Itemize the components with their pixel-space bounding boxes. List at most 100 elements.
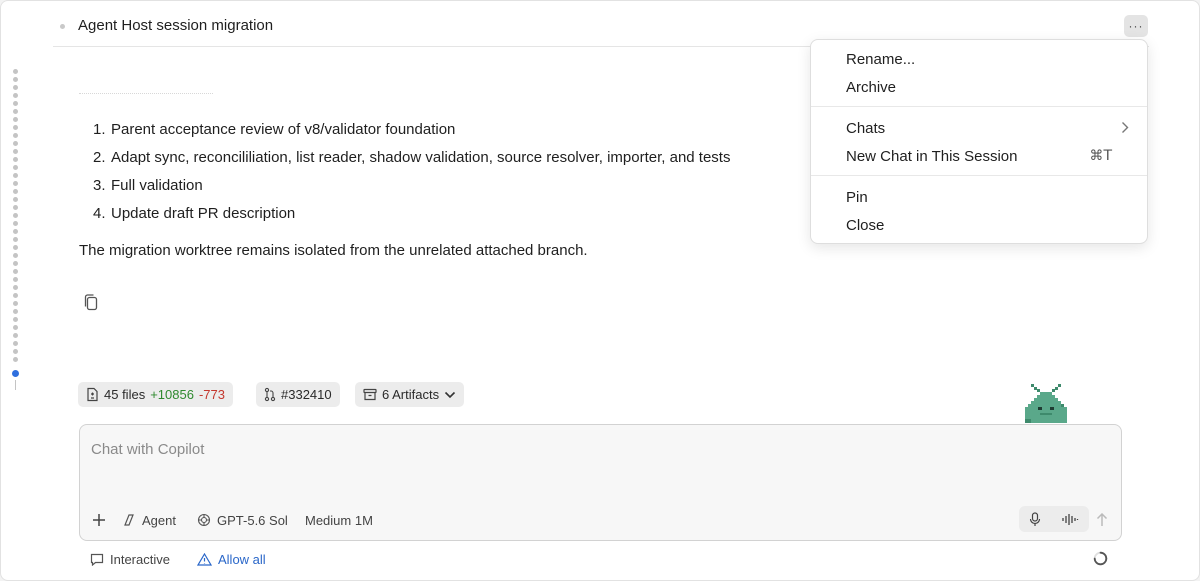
menu-item-rename[interactable]: Rename... [811, 46, 1147, 72]
timeline-current-marker[interactable] [12, 370, 19, 377]
timeline-dot [13, 301, 18, 306]
timeline-dot [13, 349, 18, 354]
send-button[interactable] [1091, 509, 1113, 531]
chat-composer: Agent GPT-5.6 Sol Medium 1M [79, 424, 1122, 541]
conversation-timeline[interactable] [12, 69, 19, 390]
timeline-dot [13, 269, 18, 274]
list-item: 2. Adapt sync, reconcililiation, list rea… [93, 149, 731, 166]
loading-spinner-icon [1093, 551, 1108, 566]
menu-item-archive[interactable]: Archive [811, 74, 1147, 100]
additions-count: +10856 [150, 387, 194, 402]
warning-icon [197, 552, 212, 566]
pull-request-number: #332410 [281, 387, 332, 402]
timeline-dot [13, 157, 18, 162]
faded-previous-content [79, 93, 213, 97]
timeline-dot [13, 77, 18, 82]
timeline-dot [13, 261, 18, 266]
arrow-up-icon [1096, 513, 1108, 526]
plus-icon [93, 514, 105, 526]
allow-all-button[interactable]: Allow all [197, 550, 266, 568]
timeline-dot [13, 221, 18, 226]
timeline-dot [13, 173, 18, 178]
timeline-dot [13, 101, 18, 106]
model-label: GPT-5.6 Sol [217, 512, 288, 528]
list-item: 1. Parent acceptance review of v8/validat… [93, 121, 456, 138]
session-title: Agent Host session migration [78, 17, 274, 34]
timeline-dot [13, 253, 18, 258]
chat-bubble-icon [90, 553, 104, 566]
shortcut-label: ⌘T [1089, 148, 1112, 164]
timeline-dot [13, 325, 18, 330]
session-status-dot [60, 24, 65, 29]
copilot-mascot-icon [1025, 384, 1067, 423]
timeline-dot [13, 181, 18, 186]
timeline-dot [13, 341, 18, 346]
timeline-dot [13, 277, 18, 282]
pull-request-chip[interactable]: #332410 [256, 382, 340, 407]
timeline-dot [13, 237, 18, 242]
timeline-dot [13, 109, 18, 114]
steps-list: 1. Parent acceptance review of v8/validat… [93, 119, 730, 231]
timeline-dot [13, 357, 18, 362]
deletions-count: -773 [198, 387, 225, 402]
list-item: 4. Update draft PR description [93, 205, 296, 222]
chat-input[interactable] [91, 441, 991, 458]
interactive-mode-button[interactable]: Interactive [90, 550, 170, 568]
timeline-dot [13, 149, 18, 154]
files-count: 45 files [104, 387, 146, 402]
timeline-dot [13, 69, 18, 74]
timeline-dot [13, 189, 18, 194]
allow-all-label: Allow all [218, 551, 266, 567]
menu-item-close[interactable]: Close [811, 212, 1147, 238]
microphone-icon[interactable] [1029, 511, 1041, 527]
audio-waveform-icon[interactable] [1061, 513, 1079, 526]
chevron-right-icon [1122, 122, 1129, 133]
timeline-dot [13, 205, 18, 210]
timeline-dot [13, 245, 18, 250]
menu-divider [811, 106, 1147, 107]
mode-picker-button[interactable]: Agent [122, 511, 176, 529]
timeline-dot [13, 85, 18, 90]
timeline-dot [13, 309, 18, 314]
archive-box-icon [363, 388, 377, 401]
timeline-dot [13, 293, 18, 298]
pull-request-icon [264, 387, 276, 402]
artifacts-chip[interactable]: 6 Artifacts [355, 382, 465, 407]
mode-label: Agent [142, 512, 176, 528]
timeline-dot [13, 133, 18, 138]
artifacts-count: 6 Artifacts [382, 387, 440, 402]
menu-item-new-chat[interactable]: New Chat in This Session ⌘T [811, 143, 1147, 169]
app-window: Agent Host session migration ··· 1. Paren… [0, 0, 1200, 581]
timeline-dot [13, 141, 18, 146]
timeline-dot [13, 165, 18, 170]
file-diff-icon [87, 387, 98, 402]
model-picker-button[interactable]: GPT-5.6 Sol [197, 511, 288, 529]
timeline-dot [13, 285, 18, 290]
session-context-menu: Rename... Archive Chats New Chat in This… [810, 39, 1148, 244]
more-options-button[interactable]: ··· [1124, 15, 1148, 37]
response-paragraph: The migration worktree remains isolated … [79, 242, 588, 259]
changed-files-chip[interactable]: 45 files +10856 -773 [78, 382, 233, 407]
timeline-dot [13, 333, 18, 338]
copy-button[interactable] [79, 291, 103, 315]
timeline-dot [13, 125, 18, 130]
timeline-dot [13, 93, 18, 98]
timeline-dot [13, 197, 18, 202]
copy-icon [84, 294, 98, 311]
chevron-down-icon [445, 391, 456, 398]
voice-controls [1019, 506, 1089, 532]
interactive-label: Interactive [110, 551, 170, 567]
agent-mode-icon [124, 514, 134, 526]
effort-label: Medium 1M [305, 512, 373, 528]
menu-item-chats[interactable]: Chats [811, 115, 1147, 141]
menu-divider [811, 175, 1147, 176]
effort-picker-button[interactable]: Medium 1M [305, 511, 373, 529]
timeline-dot [13, 213, 18, 218]
list-item: 3. Full validation [93, 177, 203, 194]
timeline-dot [13, 229, 18, 234]
model-icon [197, 513, 211, 527]
timeline-end-line [15, 380, 16, 390]
timeline-dot [13, 317, 18, 322]
add-context-button[interactable] [92, 511, 106, 529]
menu-item-pin[interactable]: Pin [811, 184, 1147, 210]
